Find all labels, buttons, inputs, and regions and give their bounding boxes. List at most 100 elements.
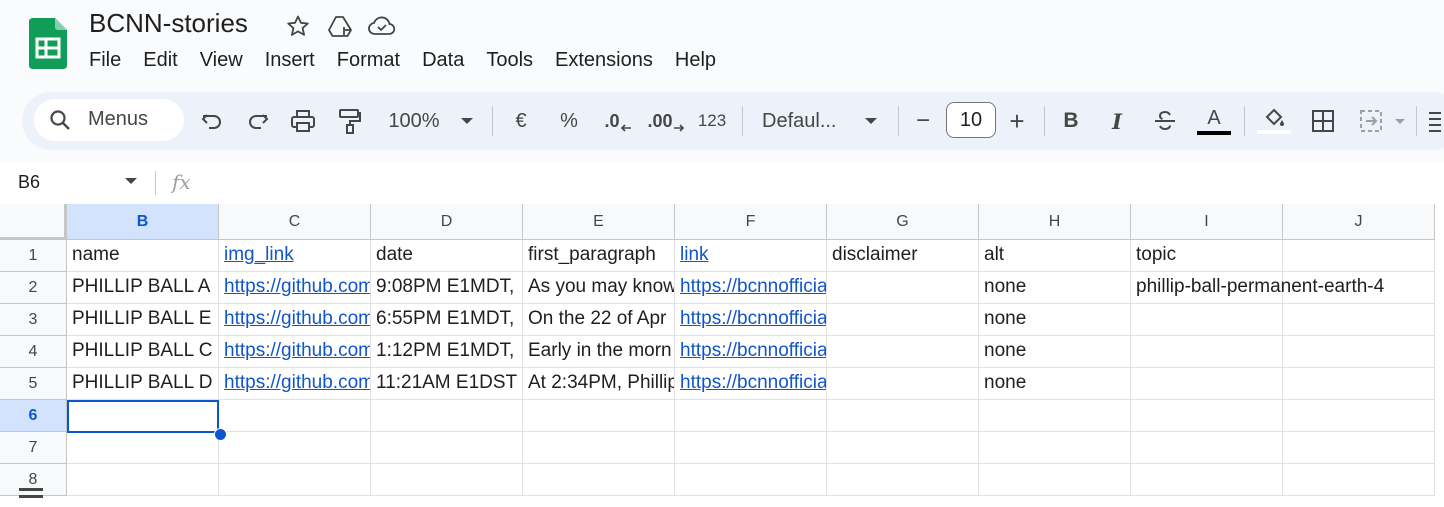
- cell-J3[interactable]: [1283, 304, 1435, 336]
- freeze-handle-icon[interactable]: [19, 485, 43, 501]
- cell-D1[interactable]: date: [371, 240, 523, 272]
- name-box-chevron-down-icon[interactable]: [124, 177, 138, 185]
- align-icon[interactable]: [1426, 102, 1442, 140]
- cell-B8[interactable]: [67, 464, 219, 496]
- cell-I5[interactable]: [1131, 368, 1283, 400]
- cell-G6[interactable]: [827, 400, 979, 432]
- cell-C4[interactable]: https://github.com: [219, 336, 371, 368]
- cell-H2[interactable]: none: [979, 272, 1131, 304]
- bold-button[interactable]: B: [1058, 102, 1084, 140]
- cell-H7[interactable]: [979, 432, 1131, 464]
- column-header-I[interactable]: I: [1131, 204, 1283, 240]
- sheets-logo-icon[interactable]: [29, 18, 67, 69]
- name-box[interactable]: B6: [18, 172, 40, 193]
- cell-H6[interactable]: [979, 400, 1131, 432]
- row-header-4[interactable]: 4: [0, 336, 67, 368]
- borders-icon[interactable]: [1308, 102, 1338, 140]
- fill-handle[interactable]: [214, 428, 227, 441]
- cell-D8[interactable]: [371, 464, 523, 496]
- cell-G7[interactable]: [827, 432, 979, 464]
- menu-tools[interactable]: Tools: [475, 47, 544, 74]
- cell-B4[interactable]: PHILLIP BALL C: [67, 336, 219, 368]
- row-header-7[interactable]: 7: [0, 432, 67, 464]
- merge-cells-icon[interactable]: [1356, 102, 1386, 140]
- column-header-B[interactable]: B: [67, 204, 219, 240]
- cell-C2[interactable]: https://github.com: [219, 272, 371, 304]
- menu-view[interactable]: View: [189, 47, 254, 74]
- cell-H5[interactable]: none: [979, 368, 1131, 400]
- column-header-F[interactable]: F: [675, 204, 827, 240]
- cell-J7[interactable]: [1283, 432, 1435, 464]
- cell-C5[interactable]: https://github.com: [219, 368, 371, 400]
- row-header-2[interactable]: 2: [0, 272, 67, 304]
- menus-search[interactable]: Menus: [34, 99, 184, 141]
- column-header-G[interactable]: G: [827, 204, 979, 240]
- cell-E6[interactable]: [523, 400, 675, 432]
- cell-B5[interactable]: PHILLIP BALL D: [67, 368, 219, 400]
- cell-B7[interactable]: [67, 432, 219, 464]
- cell-I4[interactable]: [1131, 336, 1283, 368]
- merge-chevron-down-icon[interactable]: [1392, 102, 1408, 140]
- column-header-D[interactable]: D: [371, 204, 523, 240]
- cell-J5[interactable]: [1283, 368, 1435, 400]
- cell-H8[interactable]: [979, 464, 1131, 496]
- cell-F3[interactable]: https://bcnnofficial: [675, 304, 827, 336]
- cell-D5[interactable]: 11:21AM E1DST: [371, 368, 523, 400]
- strikethrough-icon[interactable]: [1150, 102, 1180, 140]
- decrease-decimal-button[interactable]: .0: [600, 102, 636, 140]
- move-to-drive-icon[interactable]: [326, 12, 354, 40]
- spreadsheet-grid[interactable]: B C D E F G H I J 1 name img_link date first_paragrap…: [0, 204, 1444, 507]
- cell-I2[interactable]: phillip-ball-permanent-earth-4: [1131, 272, 1384, 304]
- zoom-select[interactable]: 100%: [384, 102, 444, 140]
- cell-G8[interactable]: [827, 464, 979, 496]
- row-header-3[interactable]: 3: [0, 304, 67, 336]
- undo-icon[interactable]: [198, 102, 226, 140]
- print-icon[interactable]: [288, 102, 318, 140]
- font-chevron-down-icon[interactable]: [860, 102, 882, 140]
- text-color-button[interactable]: A: [1196, 102, 1232, 140]
- cell-D2[interactable]: 9:08PM E1MDT,: [371, 272, 523, 304]
- cell-I1[interactable]: topic: [1131, 240, 1283, 272]
- column-header-E[interactable]: E: [523, 204, 675, 240]
- row-header-6[interactable]: 6: [0, 400, 67, 432]
- decrease-font-size-button[interactable]: −: [910, 102, 936, 140]
- cell-I6[interactable]: [1131, 400, 1283, 432]
- cell-G2[interactable]: [827, 272, 979, 304]
- menu-file[interactable]: File: [78, 47, 132, 74]
- cell-C1[interactable]: img_link: [219, 240, 371, 272]
- cell-E3[interactable]: On the 22 of Apr: [523, 304, 675, 336]
- menu-format[interactable]: Format: [326, 47, 411, 74]
- cell-C8[interactable]: [219, 464, 371, 496]
- menu-data[interactable]: Data: [411, 47, 475, 74]
- cell-D4[interactable]: 1:12PM E1MDT,: [371, 336, 523, 368]
- cell-J6[interactable]: [1283, 400, 1435, 432]
- cell-F6[interactable]: [675, 400, 827, 432]
- menu-insert[interactable]: Insert: [254, 47, 326, 74]
- cell-E8[interactable]: [523, 464, 675, 496]
- cell-F1[interactable]: link: [675, 240, 827, 272]
- cell-E1[interactable]: first_paragraph: [523, 240, 675, 272]
- cell-F8[interactable]: [675, 464, 827, 496]
- cell-B3[interactable]: PHILLIP BALL E: [67, 304, 219, 336]
- cell-J4[interactable]: [1283, 336, 1435, 368]
- percent-format-button[interactable]: %: [556, 102, 582, 140]
- cell-F2[interactable]: https://bcnnofficial: [675, 272, 827, 304]
- menu-edit[interactable]: Edit: [132, 47, 188, 74]
- cell-H4[interactable]: none: [979, 336, 1131, 368]
- cell-B2[interactable]: PHILLIP BALL A: [67, 272, 219, 304]
- currency-format-button[interactable]: €: [508, 102, 534, 140]
- redo-icon[interactable]: [244, 102, 272, 140]
- font-size-input[interactable]: 10: [946, 102, 996, 138]
- cell-D3[interactable]: 6:55PM E1MDT,: [371, 304, 523, 336]
- cell-I7[interactable]: [1131, 432, 1283, 464]
- cloud-saved-icon[interactable]: [368, 12, 396, 40]
- cell-G4[interactable]: [827, 336, 979, 368]
- cell-D6[interactable]: [371, 400, 523, 432]
- row-header-5[interactable]: 5: [0, 368, 67, 400]
- cell-J1[interactable]: [1283, 240, 1435, 272]
- cell-C3[interactable]: https://github.com: [219, 304, 371, 336]
- cell-I3[interactable]: [1131, 304, 1283, 336]
- row-header-1[interactable]: 1: [0, 240, 67, 272]
- cell-G5[interactable]: [827, 368, 979, 400]
- italic-button[interactable]: I: [1104, 102, 1130, 140]
